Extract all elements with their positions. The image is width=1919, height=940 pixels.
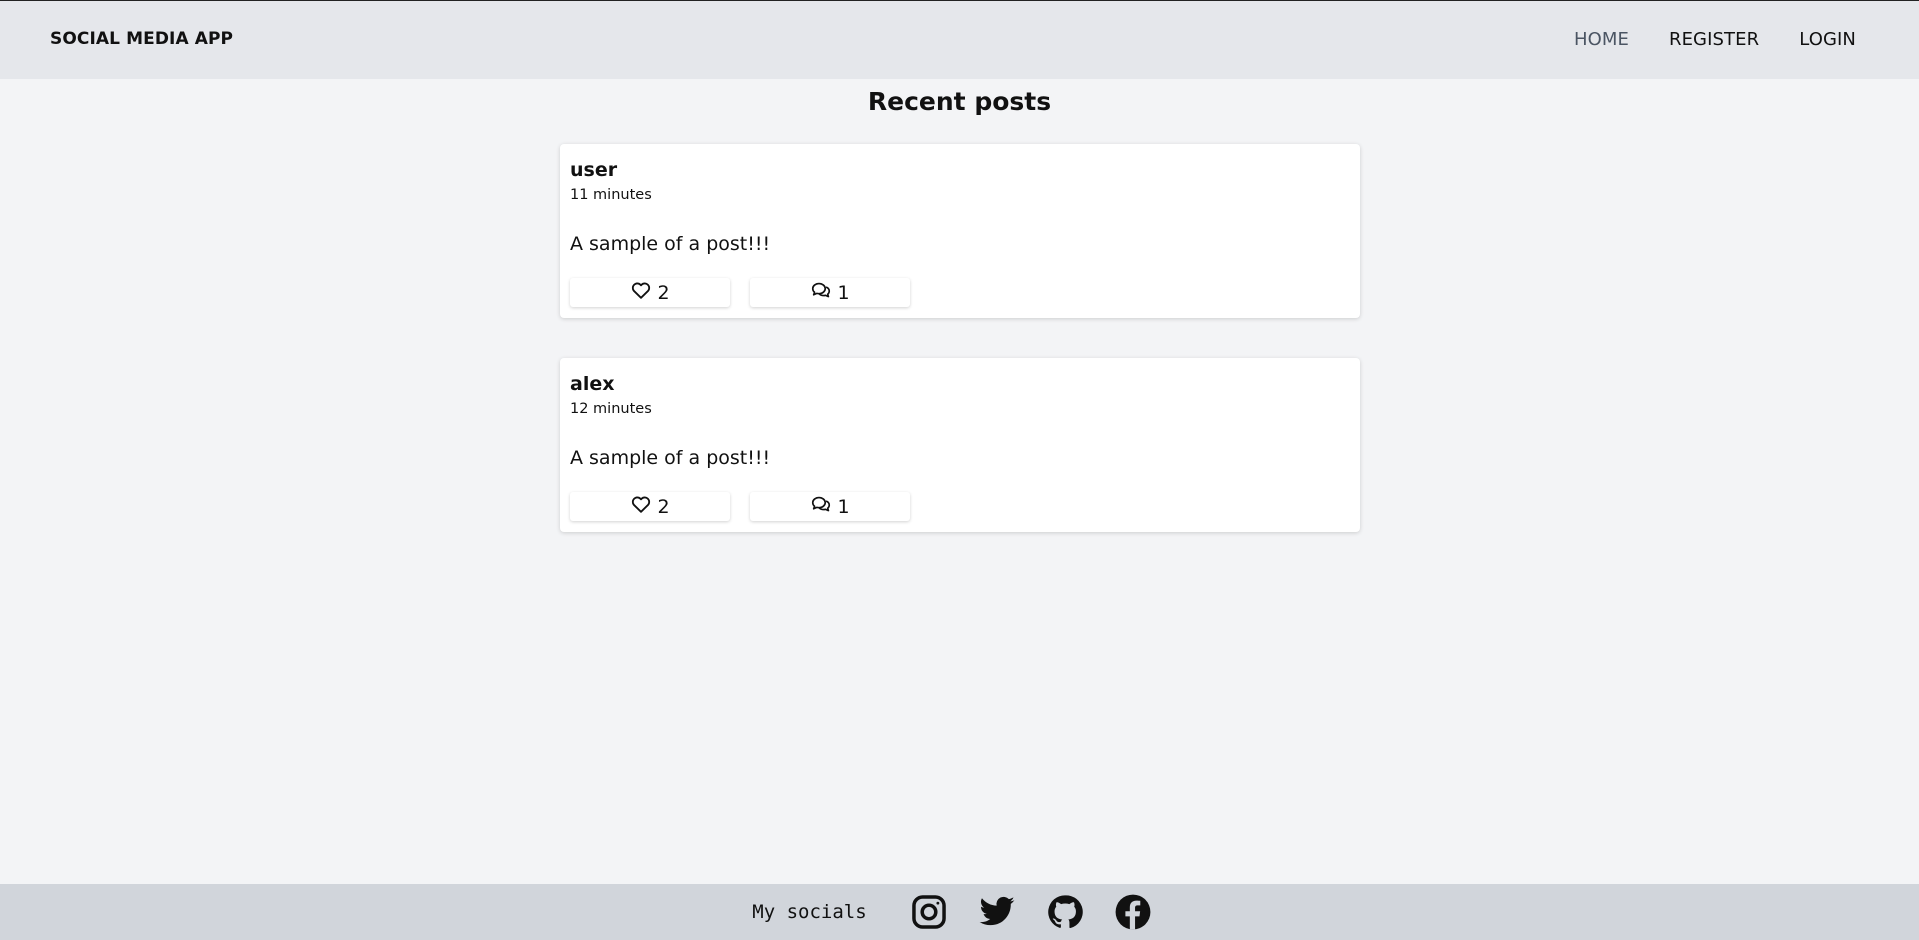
facebook-icon[interactable]: [1114, 893, 1152, 931]
like-button[interactable]: 2: [570, 278, 730, 307]
comment-count: 1: [837, 495, 850, 518]
post-author[interactable]: user: [570, 159, 617, 181]
post-actions: 2 1: [570, 492, 910, 521]
brand-logo-link[interactable]: SOCIAL MEDIA APP: [50, 29, 233, 49]
comment-count: 1: [837, 281, 850, 304]
post-card: alex 12 minutes A sample of a post!!! 2 …: [560, 358, 1360, 532]
post-body: A sample of a post!!!: [570, 447, 771, 469]
footer: My socials: [0, 884, 1919, 940]
footer-label: My socials: [752, 901, 867, 923]
heart-icon: [630, 493, 652, 520]
twitter-icon[interactable]: [978, 893, 1016, 931]
nav-home-link[interactable]: HOME: [1574, 29, 1629, 50]
comments-icon: [810, 493, 832, 520]
like-count: 2: [657, 281, 670, 304]
navbar: SOCIAL MEDIA APP HOME REGISTER LOGIN: [0, 1, 1919, 79]
post-actions: 2 1: [570, 278, 910, 307]
nav-links: HOME REGISTER LOGIN: [1574, 29, 1856, 50]
post-body: A sample of a post!!!: [570, 233, 771, 255]
comments-icon: [810, 279, 832, 306]
heart-icon: [630, 279, 652, 306]
post-timestamp[interactable]: 12 minutes: [570, 401, 652, 417]
post-author[interactable]: alex: [570, 373, 614, 395]
post-timestamp[interactable]: 11 minutes: [570, 187, 652, 203]
comment-button[interactable]: 1: [750, 278, 910, 307]
comment-button[interactable]: 1: [750, 492, 910, 521]
like-count: 2: [657, 495, 670, 518]
github-icon[interactable]: [1046, 893, 1084, 931]
nav-login-link[interactable]: LOGIN: [1799, 29, 1856, 50]
instagram-icon[interactable]: [910, 893, 948, 931]
nav-register-link[interactable]: REGISTER: [1669, 29, 1759, 50]
page-title: Recent posts: [867, 87, 1052, 116]
post-card: user 11 minutes A sample of a post!!! 2 …: [560, 144, 1360, 318]
like-button[interactable]: 2: [570, 492, 730, 521]
